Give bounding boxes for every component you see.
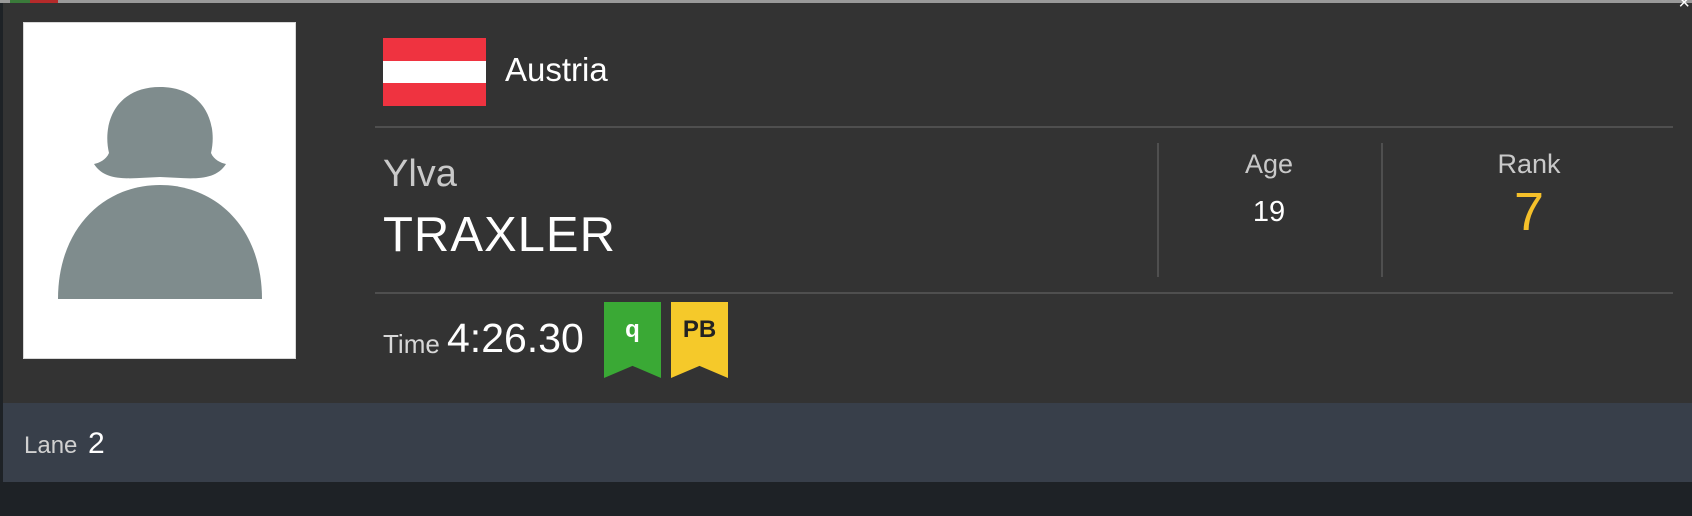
time-value: 4:26.30 xyxy=(447,315,584,361)
avatar-placeholder-icon xyxy=(58,87,262,299)
personal-best-badge: PB xyxy=(671,302,728,378)
age-label: Age xyxy=(1244,149,1294,179)
divider-bottom xyxy=(375,292,1673,294)
divider-age xyxy=(1157,143,1159,277)
lane-value: 2 xyxy=(88,427,105,460)
athlete-first-name: Ylva xyxy=(383,153,457,195)
country-name: Austria xyxy=(505,51,608,88)
athlete-card: Austria Ylva TRAXLER Age 19 Rank 7 Time … xyxy=(3,3,1692,403)
age-value: 19 xyxy=(1252,196,1286,228)
rank-value: 7 xyxy=(1513,182,1545,242)
country-flag xyxy=(383,38,486,106)
qualified-badge: q xyxy=(604,302,661,378)
flag-stripe-bottom xyxy=(383,83,486,106)
flag-stripe-middle xyxy=(383,60,486,84)
lane-label: Lane xyxy=(24,432,78,459)
athlete-photo xyxy=(23,22,296,359)
divider-rank xyxy=(1381,143,1383,277)
rank-label: Rank xyxy=(1497,149,1561,179)
flag-stripe-top xyxy=(383,38,486,61)
divider-top xyxy=(375,126,1673,128)
time-label: Time xyxy=(383,329,440,359)
athlete-last-name: TRAXLER xyxy=(383,208,617,262)
close-icon[interactable]: × xyxy=(1678,0,1690,13)
lane-bar: Lane 2 xyxy=(3,403,1692,482)
